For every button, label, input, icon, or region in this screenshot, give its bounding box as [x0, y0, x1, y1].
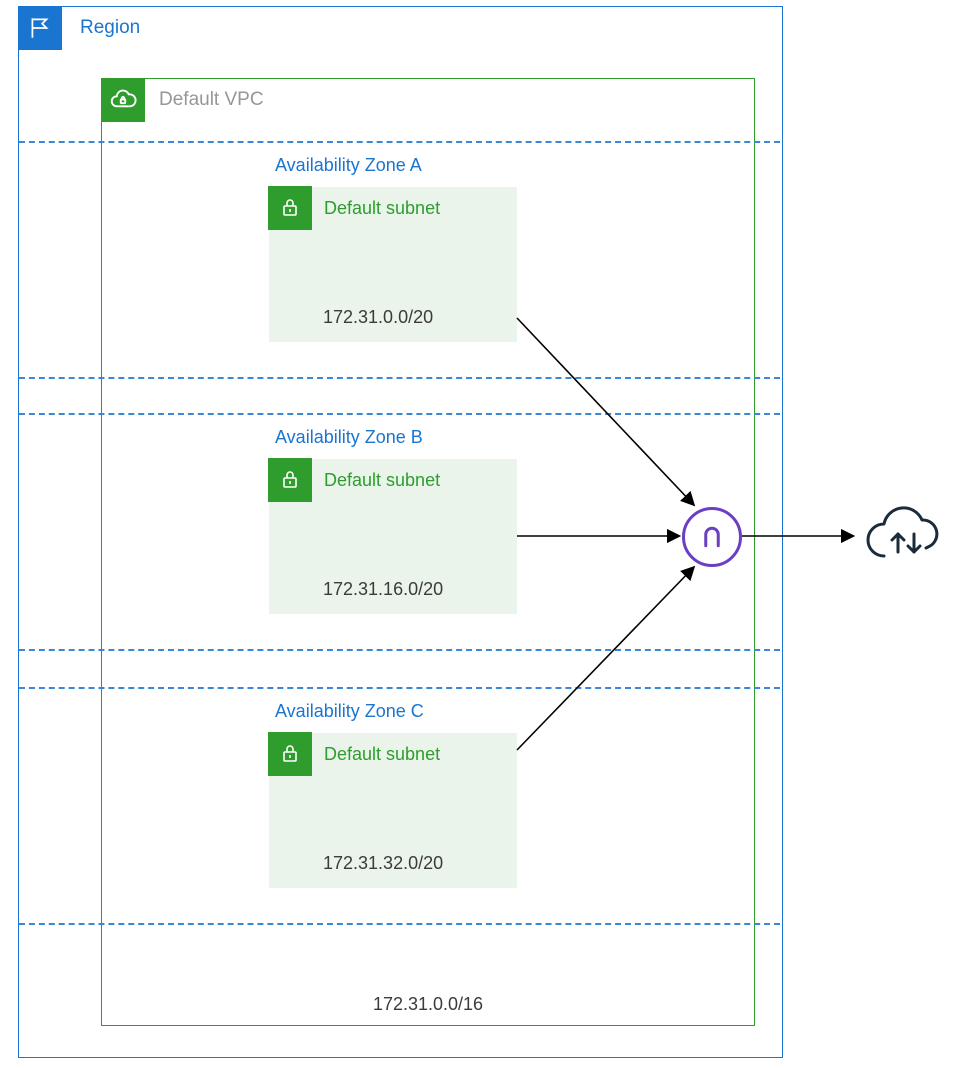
diagram-canvas: Region Default VPC 172.31.0.0/16 Availab…	[0, 0, 975, 1068]
arrows	[0, 0, 975, 1068]
